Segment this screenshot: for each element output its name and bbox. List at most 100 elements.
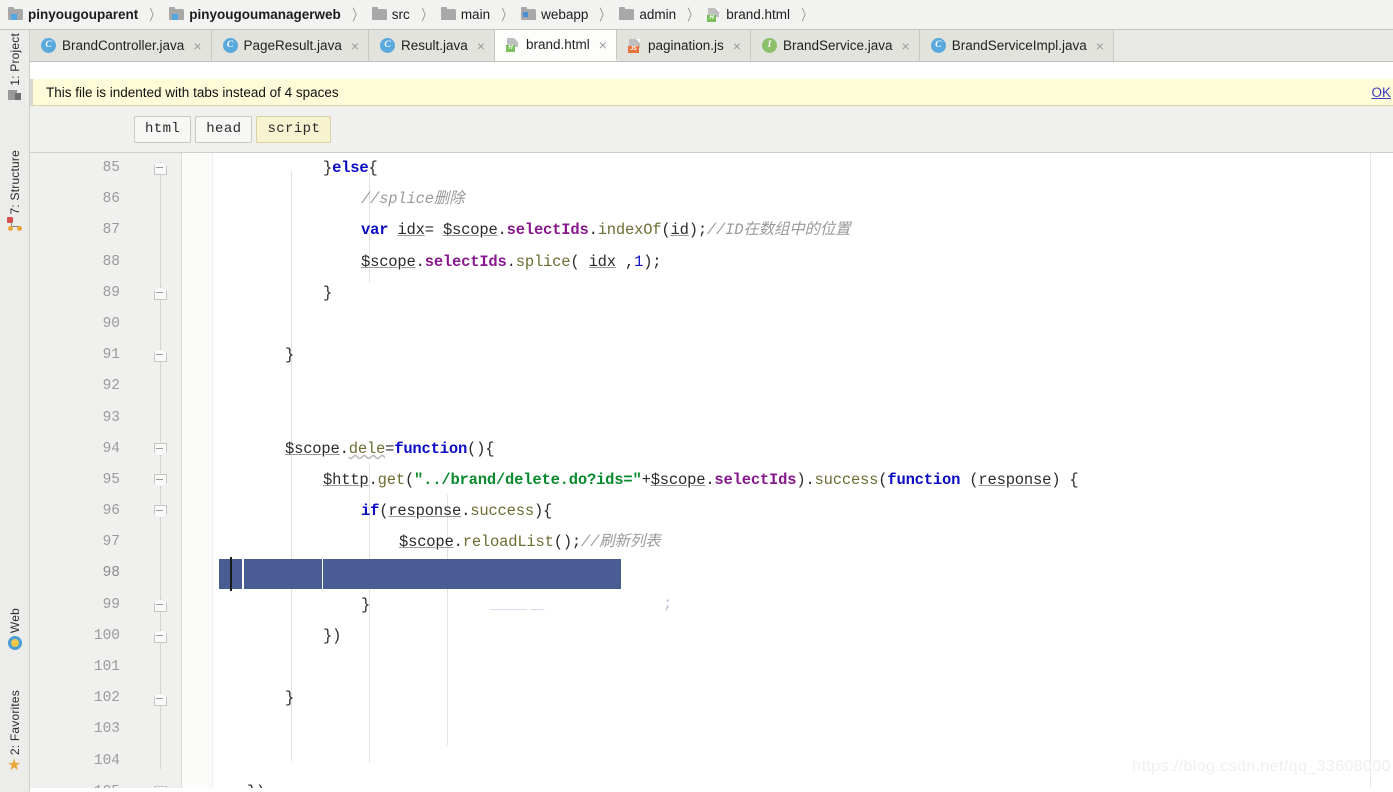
code-line-95: $http.get("../brand/delete.do?ids="+$sco… (323, 471, 1079, 489)
tab-label: brand.html (526, 37, 590, 52)
folder-icon (440, 7, 456, 21)
code-line-96: if(response.success){ (361, 502, 553, 521)
code-line-94: $scope.dele=function(){ (285, 439, 495, 458)
tool-label: 7: Structure (8, 150, 22, 215)
close-icon[interactable]: × (193, 39, 201, 53)
java-class-icon: C (41, 38, 56, 53)
breadcrumb-label: pinyougoumanagerweb (189, 7, 341, 22)
js-file-icon: JS (627, 38, 642, 53)
fold-marker[interactable] (154, 505, 167, 518)
java-interface-icon: I (761, 38, 777, 53)
fold-marker[interactable] (154, 630, 167, 643)
fold-marker[interactable] (154, 443, 167, 456)
tag-chip-head[interactable]: head (195, 115, 253, 143)
sidebar-item-project[interactable]: 1: Project (0, 33, 30, 101)
fold-marker[interactable] (154, 349, 167, 362)
code-line-102: } (285, 689, 295, 708)
tag-chip-script[interactable]: script (256, 115, 332, 143)
sidebar-item-structure[interactable]: 7: Structure (0, 150, 30, 232)
java-class-icon: C (930, 38, 946, 53)
tool-label: 2: Favorites (8, 690, 22, 756)
right-margin-guide (1370, 153, 1371, 792)
tag-chip-html[interactable]: html (134, 115, 192, 143)
close-icon[interactable]: × (477, 39, 485, 53)
breadcrumb-separator: 〉 (801, 7, 812, 24)
breadcrumb-separator: 〉 (599, 7, 611, 24)
breadcrumb-label: main (460, 7, 491, 22)
breadcrumb-separator: 〉 (149, 7, 161, 24)
tab-label: BrandService.java (782, 38, 893, 53)
folder-icon (521, 7, 537, 21)
close-icon[interactable]: × (351, 39, 359, 53)
breadcrumb-item-pinyougouparent[interactable]: pinyougouparent (6, 0, 140, 30)
html-file-icon: H (506, 37, 520, 52)
notification-message: This file is indented with tabs instead … (46, 84, 339, 100)
indent-guide (291, 171, 292, 761)
sidebar-item-favorites[interactable]: 2: Favorites ★ (0, 690, 30, 774)
tab-pagination-js[interactable]: JS pagination.js × (616, 30, 751, 61)
breadcrumb-item-admin[interactable]: admin (617, 0, 678, 30)
web-icon (8, 636, 22, 651)
breadcrumb-label: brand.html (726, 7, 790, 22)
selection-indent-block (244, 559, 322, 589)
breadcrumb-label: src (391, 7, 410, 22)
code-line-99: } (361, 595, 371, 614)
tab-brandcontroller-java[interactable]: C BrandController.java × (30, 30, 212, 61)
breadcrumb-label: admin (639, 7, 677, 22)
fold-marker[interactable] (154, 693, 167, 706)
close-icon[interactable]: × (733, 39, 741, 53)
breadcrumb-label: pinyougouparent (28, 7, 139, 22)
code-text-area[interactable]: }else{ //splice删除 var idx= $scope.select… (213, 153, 1393, 792)
code-line-88: $scope.selectIds.splice( idx ,1); (361, 252, 662, 271)
code-line-91: } (285, 346, 295, 365)
notification-ok-link[interactable]: OK (1371, 85, 1391, 100)
breadcrumb-separator: 〉 (687, 7, 698, 24)
close-icon[interactable]: × (902, 39, 910, 53)
code-line-100: }) (323, 627, 342, 645)
breadcrumb-item-src[interactable]: src (370, 0, 412, 30)
selected-code-line-98[interactable]: $scope.selectIds=[]; (323, 559, 672, 613)
breadcrumb-item-main[interactable]: main (439, 0, 492, 30)
module-icon (169, 7, 185, 21)
fold-marker[interactable] (154, 599, 167, 612)
java-class-icon: C (380, 38, 396, 53)
fold-region-line (160, 169, 161, 769)
code-line-85: }else{ (323, 159, 378, 177)
breadcrumb-separator: 〉 (421, 7, 432, 24)
java-class-icon: C (222, 38, 238, 53)
text-caret (230, 557, 232, 591)
close-icon[interactable]: × (1096, 39, 1104, 53)
breadcrumb-item-pinyougoumanagerweb[interactable]: pinyougoumanagerweb (167, 0, 343, 30)
breadcrumb-label: webapp (541, 7, 589, 22)
tab-brandserviceimpl-java[interactable]: C BrandServiceImpl.java × (919, 30, 1114, 61)
breadcrumb-item-brand-html[interactable]: H brand.html (705, 0, 792, 30)
html-file-icon: H (707, 7, 721, 22)
tab-brandservice-java[interactable]: I BrandService.java × (750, 30, 920, 61)
fold-marker[interactable] (154, 474, 167, 487)
breadcrumb-item-webapp[interactable]: webapp (519, 0, 590, 30)
code-line-89: } (323, 283, 333, 302)
tab-label: Result.java (401, 38, 468, 53)
code-line-87: var idx= $scope.selectIds.indexOf(id);//… (361, 221, 851, 240)
watermark: https://blog.csdn.net/qq_33608000 (1132, 758, 1391, 775)
project-icon (8, 89, 22, 101)
code-line-86: //splice删除 (361, 190, 465, 209)
tab-label: pagination.js (647, 38, 724, 53)
close-icon[interactable]: × (599, 38, 607, 52)
fold-marker[interactable] (154, 287, 167, 300)
tab-brand-html[interactable]: H brand.html × (495, 30, 617, 61)
tab-pageresult-java[interactable]: C PageResult.java × (211, 30, 370, 61)
tab-result-java[interactable]: C Result.java × (369, 30, 495, 61)
structure-icon (7, 217, 23, 232)
sidebar-item-web[interactable]: Web (0, 608, 30, 651)
tab-label: BrandController.java (62, 38, 185, 53)
left-tool-rail: 1: Project 7: Structure Web 2: Favorites… (0, 30, 30, 792)
code-editor[interactable]: 85 86 87 88 89 90 91 92 93 94 95 96 97 9… (30, 153, 1393, 792)
idea-window: pinyougouparent 〉 pinyougoumanagerweb 〉 … (0, 0, 1393, 792)
fold-marker[interactable] (154, 162, 167, 175)
tag-breadcrumb: html head script (30, 106, 1393, 153)
breadcrumb: pinyougouparent 〉 pinyougoumanagerweb 〉 … (0, 0, 1393, 30)
tool-label: 1: Project (8, 33, 22, 86)
breadcrumb-separator: 〉 (501, 7, 512, 24)
module-icon (8, 7, 23, 21)
